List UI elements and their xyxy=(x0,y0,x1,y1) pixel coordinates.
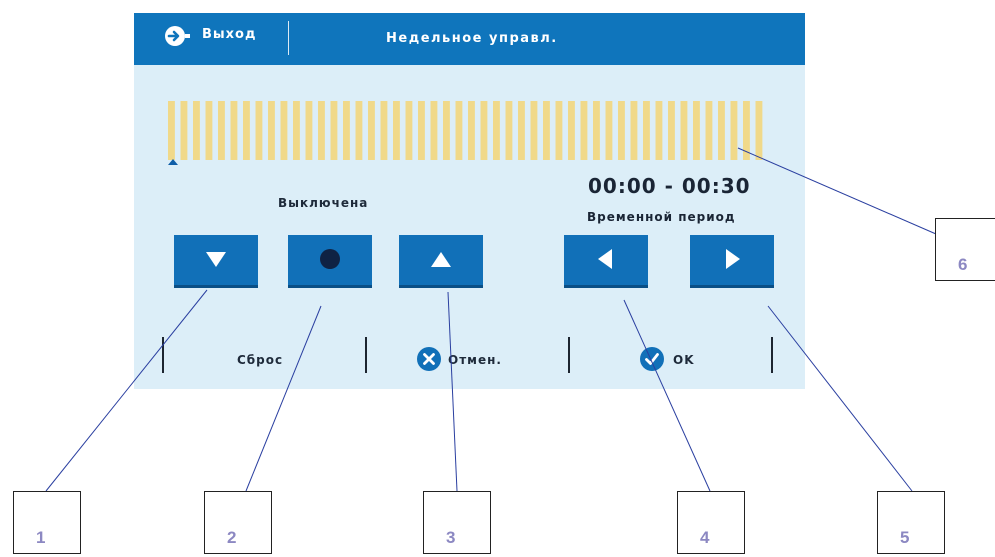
timeline-slot xyxy=(455,101,463,160)
timeline-slot xyxy=(443,101,450,160)
exit-button[interactable]: Выход xyxy=(134,13,289,65)
timeline-slot xyxy=(430,101,438,160)
timeline-slot xyxy=(605,101,613,160)
timeline-slot xyxy=(218,101,225,160)
timeline-slot xyxy=(580,101,588,160)
reset-button[interactable]: Сброс xyxy=(237,353,283,367)
timeline-slot xyxy=(380,101,388,160)
screen-title: Недельное управл. xyxy=(386,31,558,46)
bottom-divider xyxy=(162,337,164,373)
timeline-slot xyxy=(543,101,550,160)
cancel-x-icon xyxy=(417,347,441,371)
bottom-divider xyxy=(771,337,773,373)
timeline-slot xyxy=(355,101,363,160)
timeline-slot xyxy=(205,101,213,160)
timeline-slot xyxy=(668,101,675,160)
timeline-slot xyxy=(255,101,263,160)
callout-1: 1 xyxy=(13,491,81,554)
timeline-slot xyxy=(555,101,563,160)
timeline-slot xyxy=(318,101,325,160)
callout-4: 4 xyxy=(677,491,745,554)
timeline-slot xyxy=(293,101,300,160)
callout-2: 2 xyxy=(204,491,272,554)
timeline-slot xyxy=(330,101,338,160)
top-bar: Выход Недельное управл. xyxy=(134,13,805,65)
next-period-button[interactable] xyxy=(690,235,774,288)
period-label: Временной период xyxy=(587,210,736,224)
cancel-button[interactable]: Отмен. xyxy=(416,346,556,374)
timeline-slot xyxy=(655,101,663,160)
timeline-slot xyxy=(705,101,713,160)
timeline-slot xyxy=(530,101,538,160)
timeline-slot xyxy=(268,101,275,160)
exit-icon xyxy=(165,26,190,46)
triangle-up-icon xyxy=(431,252,451,267)
bottom-divider xyxy=(568,337,570,373)
callout-3: 3 xyxy=(423,491,491,554)
timeline-slot xyxy=(418,101,425,160)
timeline-slot xyxy=(680,101,688,160)
previous-period-button[interactable] xyxy=(564,235,648,288)
dot-icon xyxy=(320,249,340,269)
callout-6: 6 xyxy=(935,218,995,281)
cancel-label: Отмен. xyxy=(448,353,502,367)
toggle-mode-button[interactable] xyxy=(288,235,372,288)
header-divider xyxy=(288,21,289,55)
device-screen: Выход Недельное управл. Выключена 00:00 … xyxy=(134,13,805,389)
timeline-slot xyxy=(505,101,513,160)
timeline-slot xyxy=(405,101,413,160)
ok-button[interactable]: OK xyxy=(639,346,759,374)
increase-button[interactable] xyxy=(399,235,483,288)
callout-5: 5 xyxy=(877,491,945,554)
timeline-slot xyxy=(493,101,500,160)
timeline-slot xyxy=(280,101,288,160)
mode-status-label: Выключена xyxy=(278,196,369,210)
decrease-button[interactable] xyxy=(174,235,258,288)
timeline-slot xyxy=(168,101,175,160)
timeline-slot xyxy=(643,101,650,160)
timeline-slot xyxy=(230,101,238,160)
timeline-slot xyxy=(193,101,200,160)
timeline-slot xyxy=(518,101,525,160)
timeline-slot xyxy=(618,101,625,160)
triangle-down-icon xyxy=(206,252,226,267)
period-time: 00:00 - 00:30 xyxy=(588,174,751,198)
timeline-slot xyxy=(730,101,738,160)
timeline-slot xyxy=(755,101,763,160)
timeline-slot xyxy=(630,101,638,160)
timeline-slot xyxy=(593,101,600,160)
timeline-slot xyxy=(743,101,750,160)
timeline-slot xyxy=(243,101,250,160)
exit-label: Выход xyxy=(202,27,257,42)
timeline-slot xyxy=(368,101,375,160)
timeline-slot xyxy=(393,101,400,160)
triangle-left-icon xyxy=(598,249,612,269)
triangle-right-icon xyxy=(726,249,740,269)
bottom-divider xyxy=(365,337,367,373)
timeline-slot xyxy=(718,101,725,160)
timeline-slot xyxy=(693,101,700,160)
timeline-slot xyxy=(568,101,575,160)
ok-label: OK xyxy=(673,353,695,367)
timeline-slot xyxy=(305,101,313,160)
schedule-timeline[interactable] xyxy=(168,101,768,160)
timeline-position-marker xyxy=(168,159,178,165)
timeline-slot xyxy=(480,101,488,160)
checkmark-icon xyxy=(640,347,664,371)
timeline-slot xyxy=(343,101,350,160)
timeline-slot xyxy=(180,101,188,160)
timeline-slot xyxy=(468,101,475,160)
